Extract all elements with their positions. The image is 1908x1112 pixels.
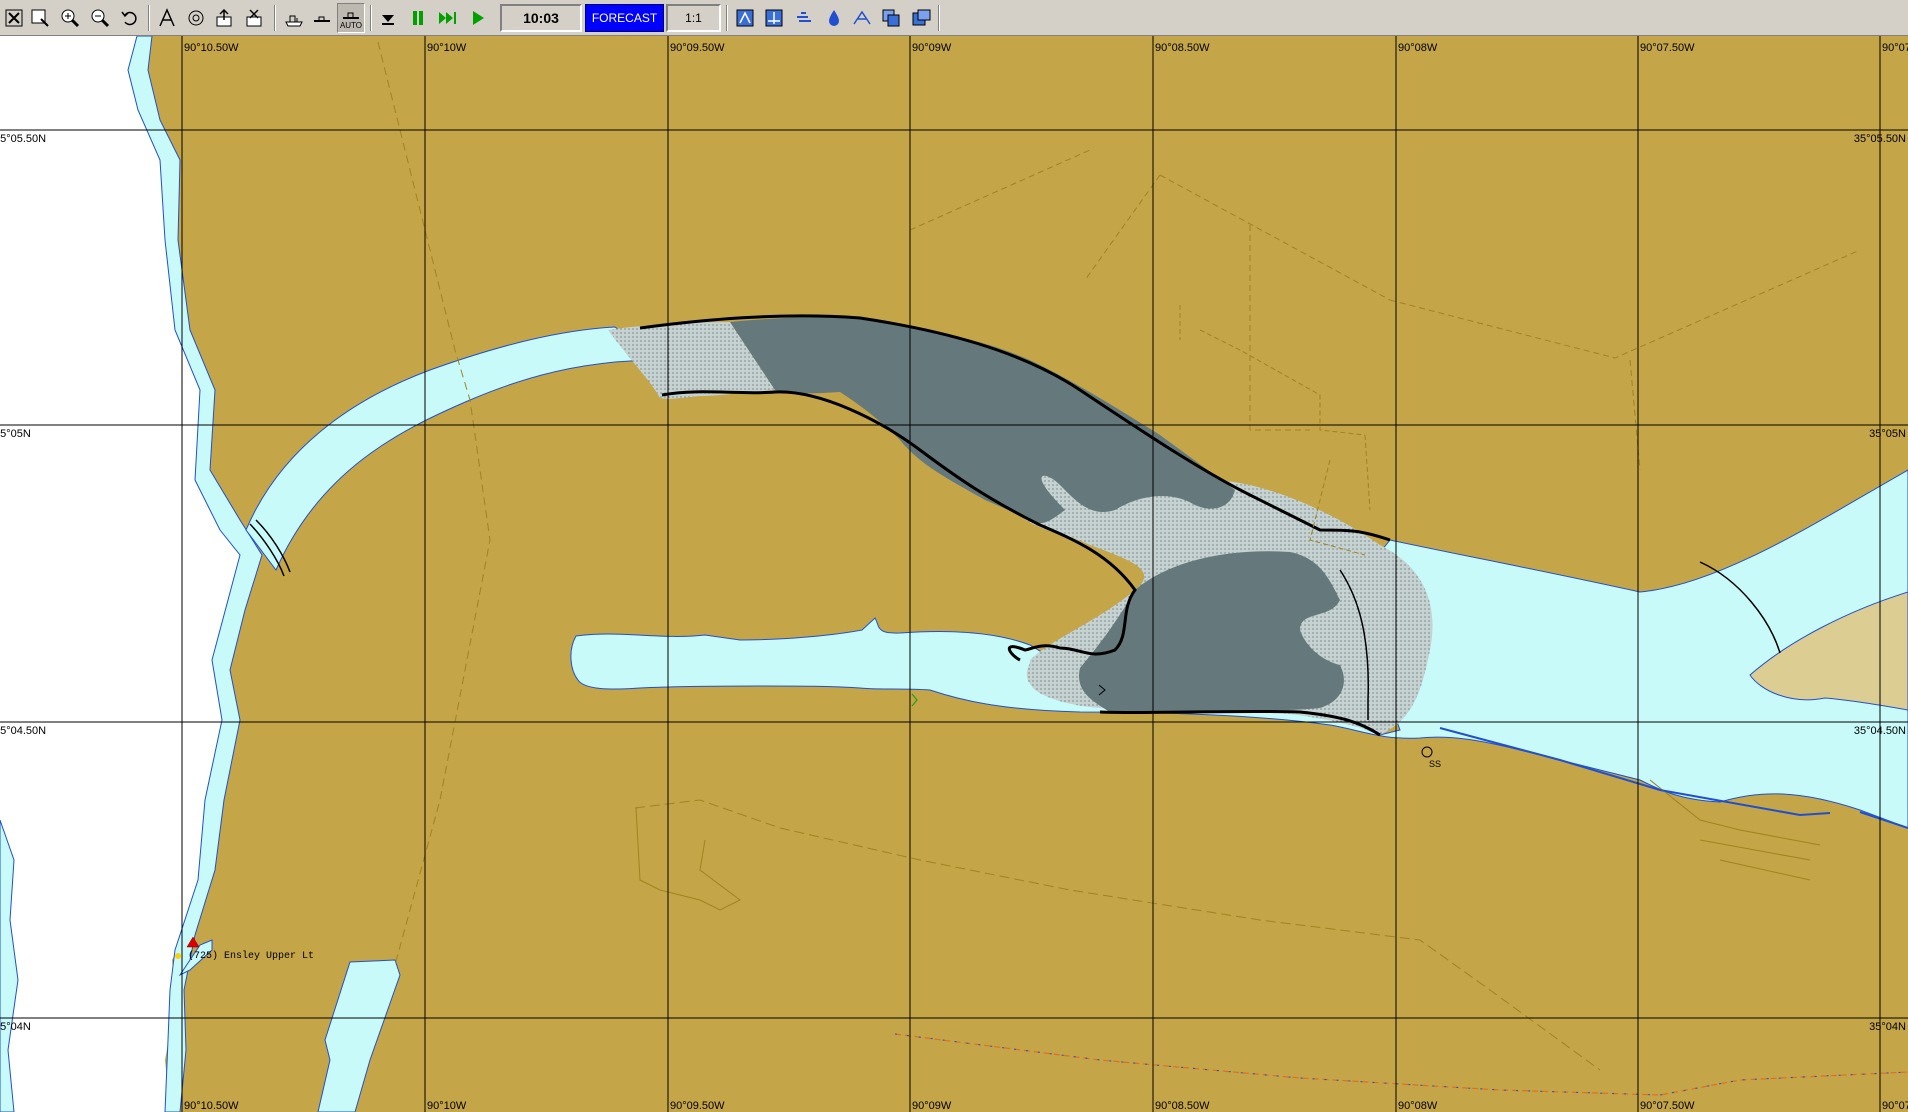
ship-target-icon[interactable]: [308, 3, 336, 33]
lon-label-top-7: 90°07.50W: [1640, 42, 1695, 54]
zoom-in-icon[interactable]: [56, 3, 84, 33]
lon-label-top-5: 90°08.50W: [1155, 42, 1210, 54]
chart-settings-icon[interactable]: [731, 3, 759, 33]
window-tile-icon[interactable]: [907, 3, 935, 33]
toolbar-separator: [370, 5, 372, 31]
toolbar-separator: [726, 5, 728, 31]
fast-forward-icon[interactable]: [434, 3, 462, 33]
auto-mode-toggle[interactable]: AUTO: [337, 3, 365, 33]
dropdown-arrow-icon[interactable]: [374, 3, 402, 33]
nautical-chart[interactable]: 90°10.50W 90°10W 90°09.50W 90°09W 90°08.…: [0, 36, 1908, 1112]
lat-label-left-2: 35°05N: [0, 428, 31, 440]
close-tool-icon[interactable]: [0, 3, 28, 33]
lon-label-bottom-2: 90°10W: [427, 1100, 467, 1112]
lon-label-bottom-5: 90°08.50W: [1155, 1100, 1210, 1112]
pause-icon[interactable]: [404, 3, 432, 33]
lon-label-top-4: 90°09W: [912, 42, 952, 54]
zoom-out-icon[interactable]: [86, 3, 114, 33]
lon-label-bottom-3: 90°09.50W: [670, 1100, 725, 1112]
center-target-icon[interactable]: [182, 3, 210, 33]
copy-window-icon[interactable]: [877, 3, 905, 33]
lat-label-right-3: 35°04.50N: [1854, 725, 1906, 737]
lon-label-top-3: 90°09.50W: [670, 42, 725, 54]
ship-own-icon[interactable]: [280, 3, 308, 33]
lat-label-right-1: 35°05.50N: [1854, 133, 1906, 145]
toolbar-separator: [274, 5, 276, 31]
time-scale-field[interactable]: 1:1: [666, 4, 721, 32]
play-icon[interactable]: [464, 3, 492, 33]
lat-label-left-1: 35°05.50N: [0, 133, 46, 145]
light-label: (725) Ensley Upper Lt: [188, 950, 314, 962]
draw-route-icon[interactable]: [153, 3, 181, 33]
lat-label-left-4: 35°04N: [0, 1021, 31, 1033]
lon-label-top-8: 90°07: [1882, 42, 1908, 54]
lon-label-top-1: 90°10.50W: [184, 42, 239, 54]
lon-label-top-2: 90°10W: [427, 42, 467, 54]
lat-label-right-4: 35°04N: [1869, 1021, 1906, 1033]
toolbar-separator: [938, 5, 940, 31]
simulation-time-field[interactable]: 10:03: [500, 4, 582, 32]
toolbar-separator: [148, 5, 150, 31]
clear-icon[interactable]: [240, 3, 268, 33]
lon-label-top-6: 90°08W: [1398, 42, 1438, 54]
export-icon[interactable]: [210, 3, 238, 33]
light-flare-icon: [175, 953, 181, 959]
lat-label-left-3: 35°04.50N: [0, 725, 46, 737]
forecast-button[interactable]: FORECAST: [585, 4, 664, 32]
lon-label-bottom-7: 90°07.50W: [1640, 1100, 1695, 1112]
lon-label-bottom-8: 90°07: [1882, 1100, 1908, 1112]
buoy-label: SS: [1429, 759, 1441, 769]
current-flow-icon[interactable]: [848, 3, 876, 33]
water-drop-icon[interactable]: [820, 3, 848, 33]
lon-label-bottom-4: 90°09W: [912, 1100, 952, 1112]
lat-label-right-2: 35°05N: [1869, 428, 1906, 440]
select-area-icon[interactable]: [26, 3, 54, 33]
undo-icon[interactable]: [116, 3, 144, 33]
lon-label-bottom-6: 90°08W: [1398, 1100, 1438, 1112]
toolbar: AUTO 10:03 FORECAST 1:1: [0, 0, 1908, 36]
lon-label-bottom-1: 90°10.50W: [184, 1100, 239, 1112]
chart-layers-icon[interactable]: [760, 3, 788, 33]
weather-icon[interactable]: [790, 3, 818, 33]
